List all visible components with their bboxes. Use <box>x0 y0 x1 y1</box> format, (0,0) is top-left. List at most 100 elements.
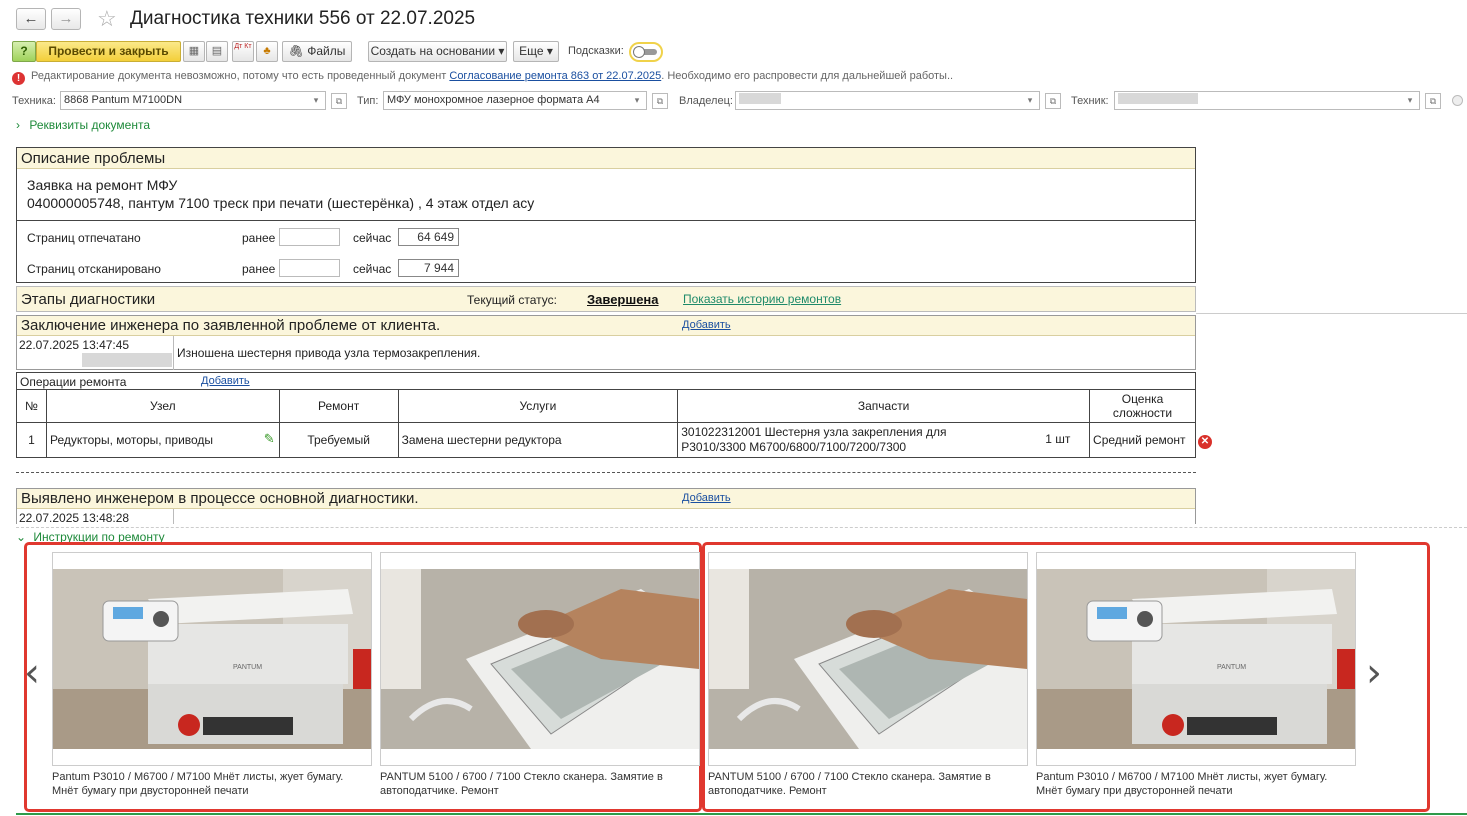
instruction-card-3[interactable] <box>708 552 1028 766</box>
status-value: Завершена <box>587 292 659 307</box>
post-and-close-button[interactable]: Провести и закрыть <box>36 41 181 62</box>
tech-label: Техник: <box>1071 95 1109 107</box>
operations-box <box>16 372 1196 390</box>
technika-label: Техника: <box>12 95 56 107</box>
row-parts-text: 301022312001 Шестерня узла закрепления д… <box>681 425 947 454</box>
owner-field[interactable] <box>735 91 1040 110</box>
row-node[interactable]: Редукторы, моторы, приводы ✎ <box>45 422 280 458</box>
printed-now-input[interactable]: 64 649 <box>398 228 459 246</box>
paperclip-icon: 🖇 <box>288 44 304 58</box>
dt-kt-button[interactable]: Дт Кт <box>232 41 254 62</box>
post-icon-button[interactable]: ▦ <box>183 41 205 62</box>
back-button[interactable]: ← <box>16 8 46 30</box>
history-link[interactable]: Показать историю ремонтов <box>683 292 841 306</box>
col-repair: Ремонт <box>278 389 399 423</box>
instruction-card-4[interactable]: PANTUM <box>1036 552 1356 766</box>
conclusion-divider <box>173 336 174 370</box>
page-title: Диагностика техники 556 от 22.07.2025 <box>130 8 476 29</box>
instruction-caption-1: Pantum P3010 / M6700 / M7100 Мнёт листы,… <box>52 771 344 797</box>
printer-brand-1: PANTUM <box>233 664 262 671</box>
edit-icon-button[interactable]: ▤ <box>206 41 228 62</box>
technika-dropdown-icon[interactable]: ▾ <box>306 91 326 110</box>
printer-thumbnail-4: PANTUM <box>1037 569 1355 749</box>
requisites-label: Реквизиты документа <box>29 118 150 132</box>
question-icon: ? <box>20 44 28 58</box>
conclusion-text: Изношена шестерня привода узла термозакр… <box>177 346 481 360</box>
scanned-before-label: ранее <box>242 262 276 276</box>
technika-open-icon[interactable]: ⧉ <box>331 93 347 109</box>
detected-add-link[interactable]: Добавить <box>682 492 731 504</box>
chevron-down-icon: ⌄ <box>16 530 27 544</box>
status-circle-icon <box>1452 95 1463 106</box>
table-row[interactable]: 1 Редукторы, моторы, приводы ✎ Требуемый… <box>16 422 1196 458</box>
prev-arrow-icon[interactable]: ‹ <box>24 650 40 696</box>
type-open-icon[interactable]: ⧉ <box>652 93 668 109</box>
operations-label: Операции ремонта <box>20 375 127 389</box>
scanned-now-input[interactable]: 7 944 <box>398 259 459 277</box>
operations-table: № Узел Ремонт Услуги Запчасти Оценка сло… <box>16 389 1196 458</box>
owner-dropdown-icon[interactable]: ▾ <box>1020 91 1040 110</box>
printed-label: Страниц отпечатано <box>27 231 141 245</box>
printed-now-label: сейчас <box>353 231 392 245</box>
col-complexity: Оценка сложности <box>1089 389 1196 423</box>
hints-toggle[interactable] <box>629 42 663 62</box>
approval-document-link[interactable]: Согласование ремонта 863 от 22.07.2025 <box>449 70 661 82</box>
scanned-label: Страниц отсканировано <box>27 262 161 276</box>
forward-button[interactable]: → <box>51 8 81 30</box>
detected-divider <box>173 509 174 524</box>
row-num: 1 <box>16 422 47 458</box>
operations-add-link[interactable]: Добавить <box>201 375 250 387</box>
problem-header: Описание проблемы <box>17 148 1195 169</box>
scanned-now-label: сейчас <box>353 262 392 276</box>
col-node: Узел <box>45 389 280 423</box>
pencil-icon[interactable]: ✎ <box>264 431 275 447</box>
printer-brand-4: PANTUM <box>1217 664 1246 671</box>
col-num: № <box>16 389 47 423</box>
scanner-thumbnail-2 <box>381 569 699 749</box>
tech-field[interactable] <box>1114 91 1420 110</box>
create-based-on-button[interactable]: Создать на основании ▾ <box>368 41 507 62</box>
row-repair: Требуемый <box>278 422 399 458</box>
conclusion-author-redacted <box>82 353 172 367</box>
problem-line-1: Заявка на ремонт МФУ <box>27 177 178 193</box>
type-dropdown-icon[interactable]: ▾ <box>627 91 647 110</box>
next-arrow-icon[interactable]: › <box>1366 650 1382 696</box>
edit-document-icon: ▤ <box>211 45 223 57</box>
help-button[interactable]: ? <box>12 41 36 62</box>
dt-kt-icon: Дт Кт <box>234 43 252 50</box>
status-label: Текущий статус: <box>467 293 557 307</box>
tech-open-icon[interactable]: ⧉ <box>1425 93 1441 109</box>
structure-icon: ♣ <box>263 45 271 57</box>
col-parts: Запчасти <box>677 389 1091 423</box>
printed-before-input[interactable] <box>279 228 340 246</box>
instruction-card-1[interactable]: PANTUM <box>52 552 372 766</box>
instruction-card-2[interactable] <box>380 552 700 766</box>
scanned-before-input[interactable] <box>279 259 340 277</box>
chevron-right-icon: › <box>16 118 20 132</box>
instruction-caption-4: Pantum P3010 / M6700 / M7100 Мнёт листы,… <box>1036 771 1328 797</box>
warning-text: Редактирование документа невозможно, пот… <box>31 70 447 82</box>
toggle-knob <box>633 46 645 58</box>
tech-dropdown-icon[interactable]: ▾ <box>1400 91 1420 110</box>
row-parts-qty: 1 шт <box>1045 432 1071 446</box>
conclusion-panel: Заключение инженера по заявленной пробле… <box>16 315 1196 370</box>
scanner-thumbnail-3 <box>709 569 1027 749</box>
hints-label: Подсказки: <box>568 45 624 57</box>
conclusion-add-link[interactable]: Добавить <box>682 319 731 331</box>
printer-thumbnail-1: PANTUM <box>53 569 371 749</box>
problem-divider <box>17 220 1195 221</box>
requisites-group[interactable]: › Реквизиты документа <box>16 118 150 132</box>
delete-row-icon[interactable]: ✕ <box>1198 435 1212 449</box>
row-parts: 301022312001 Шестерня узла закрепления д… <box>677 422 1091 458</box>
favorite-star-icon[interactable]: ☆ <box>97 6 117 32</box>
more-button[interactable]: Еще ▾ <box>513 41 559 62</box>
type-field[interactable]: МФУ монохромное лазерное формата А4 <box>383 91 647 110</box>
owner-open-icon[interactable]: ⧉ <box>1045 93 1061 109</box>
files-button[interactable]: 🖇 Файлы <box>282 41 352 62</box>
technika-field[interactable]: 8868 Pantum M7100DN <box>60 91 326 110</box>
instruction-caption-3: PANTUM 5100 / 6700 / 7100 Стекло сканера… <box>708 771 991 797</box>
type-label: Тип: <box>357 95 379 107</box>
structure-button[interactable]: ♣ <box>256 41 278 62</box>
table-header-row: № Узел Ремонт Услуги Запчасти Оценка сло… <box>16 389 1196 423</box>
detected-datetime: 22.07.2025 13:48:28 <box>19 511 130 524</box>
